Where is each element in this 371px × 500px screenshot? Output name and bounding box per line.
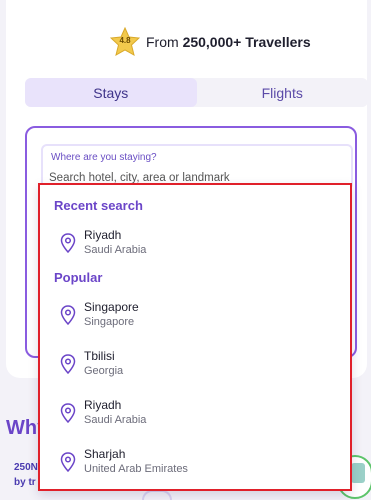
suggestion-city: Singapore <box>84 300 139 314</box>
star-icon: 4.8 <box>110 27 140 57</box>
rating-badge-row: 4.8 From 250,000+ Travellers <box>110 27 311 57</box>
suggestion-city: Sharjah <box>84 447 126 461</box>
widget-avatar-image <box>351 463 365 483</box>
suggestion-country: Saudi Arabia <box>84 414 147 426</box>
stat-line-2: by tr <box>14 477 36 488</box>
location-pin-icon <box>60 305 76 325</box>
location-pin-icon <box>60 403 76 423</box>
travellers-count: 250,000+ Travellers <box>182 34 311 50</box>
rating-score: 4.8 <box>119 36 131 45</box>
suggestion-country: Georgia <box>84 365 124 377</box>
suggestion-country: Saudi Arabia <box>84 244 147 256</box>
suggestion-item-tbilisi[interactable]: Tbilisi Georgia <box>40 346 350 386</box>
suggestion-item-sharjah[interactable]: Sharjah United Arab Emirates <box>40 444 350 484</box>
rating-prefix: From <box>146 34 179 50</box>
suggestion-city: Riyadh <box>84 228 122 242</box>
suggestion-item-riyadh[interactable]: Riyadh Saudi Arabia <box>40 395 350 435</box>
suggestion-city: Tbilisi <box>84 349 115 363</box>
suggestions-dropdown: Recent search Riyadh Saudi Arabia Popula… <box>38 183 352 491</box>
recent-search-title: Recent search <box>54 198 143 213</box>
stat-line-1: 250N <box>14 462 38 473</box>
tab-stays[interactable]: Stays <box>25 78 197 107</box>
suggestion-city: Riyadh <box>84 398 122 412</box>
suggestion-item-recent-riyadh[interactable]: Riyadh Saudi Arabia <box>40 225 350 265</box>
booking-tabs: Stays Flights <box>25 78 368 107</box>
search-field-label: Where are you staying? <box>51 152 157 163</box>
location-pin-icon <box>60 354 76 374</box>
suggestion-country: Singapore <box>84 316 135 328</box>
suggestion-country: United Arab Emirates <box>84 463 188 475</box>
tab-flights[interactable]: Flights <box>197 78 369 107</box>
decorative-pill <box>142 490 172 500</box>
location-pin-icon <box>60 452 76 472</box>
suggestion-item-singapore[interactable]: Singapore Singapore <box>40 297 350 337</box>
popular-title: Popular <box>54 270 103 285</box>
rating-text: From 250,000+ Travellers <box>146 34 311 50</box>
location-pin-icon <box>60 233 76 253</box>
